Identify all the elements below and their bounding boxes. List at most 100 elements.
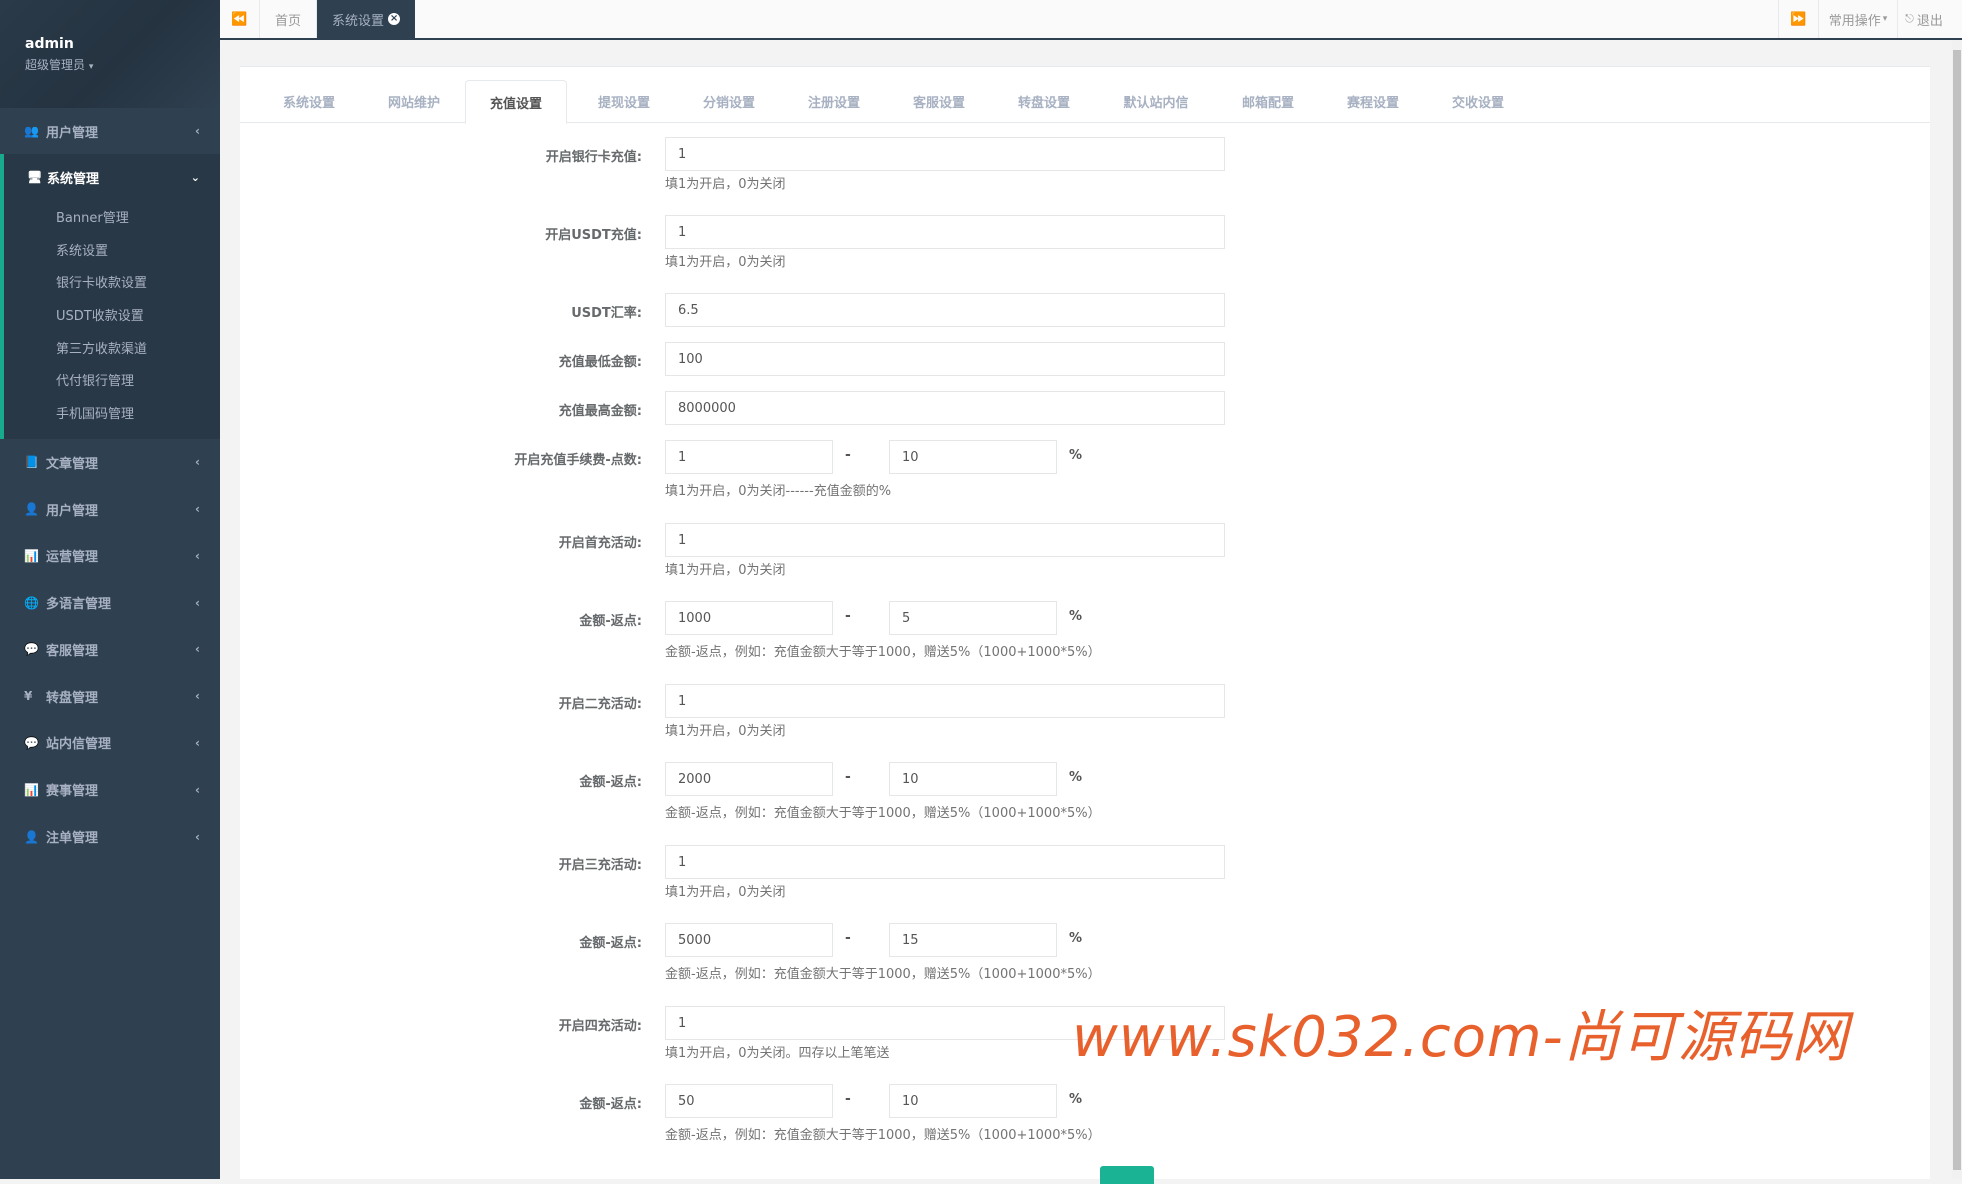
third-rebate-help: 金额-返点，例如：充值金额大于等于1000，赠送5%（1000+1000*5%）: [665, 967, 1101, 982]
fee-input-1[interactable]: 1: [665, 440, 833, 474]
sidebar-sub-third-party[interactable]: 第三方收款渠道: [4, 331, 220, 364]
max-amount-input[interactable]: 8000000: [665, 391, 1225, 425]
usdt-input[interactable]: 1: [665, 215, 1225, 249]
third-rebate-amount-input[interactable]: 5000: [665, 923, 833, 957]
comment-icon: 💬: [24, 642, 39, 657]
tab-system-settings-label: 系统设置: [332, 13, 385, 29]
sidebar-item-label: 运营管理: [46, 550, 99, 566]
sidebar-item-users[interactable]: 👥 用户管理 ‹: [0, 108, 220, 154]
chevron-left-icon: ‹: [195, 689, 200, 704]
scroll-right-button[interactable]: ⏩: [1778, 0, 1818, 38]
third-rebate-percent-input[interactable]: 15: [889, 923, 1057, 957]
label-second-rebate: 金额-返点:: [579, 775, 642, 790]
chevron-left-icon: ‹: [195, 455, 200, 470]
usdt-help: 填1为开启，0为关闭: [665, 255, 786, 270]
sidebar-item-wheel[interactable]: ¥ 转盘管理 ‹: [0, 673, 220, 720]
caret-down-icon: ▾: [1882, 14, 1888, 24]
sidebar-item-messages[interactable]: 💬 站内信管理 ‹: [0, 720, 220, 767]
bank-card-input[interactable]: 1: [665, 137, 1225, 171]
sidebar-sub-banner[interactable]: Banner管理: [4, 200, 220, 233]
first-rebate-percent-input[interactable]: 5: [889, 601, 1057, 635]
fourth-help: 填1为开启，0为关闭。四存以上笔笔送: [665, 1046, 890, 1061]
common-ops-label: 常用操作: [1828, 13, 1881, 29]
fee-help: 填1为开启，0为关闭------充值金额的%: [665, 484, 892, 499]
user-role-dropdown[interactable]: 超级管理员 ▾: [25, 56, 195, 73]
tab-schedule[interactable]: 赛程设置: [1332, 80, 1414, 123]
top-bar: ⏪ 首页 系统设置 × ⏩ 常用操作 ▾ ⎋ 退出: [220, 0, 1962, 40]
tab-home[interactable]: 首页: [260, 0, 317, 38]
chevron-left-icon: ‹: [195, 595, 200, 610]
fourth-rebate-percent-input[interactable]: 10: [889, 1084, 1057, 1118]
save-button[interactable]: [1100, 1166, 1154, 1184]
sidebar-item-customer-service[interactable]: 💬 客服管理 ‹: [0, 626, 220, 673]
tab-withdraw[interactable]: 提现设置: [583, 80, 665, 123]
sidebar-sub-system-settings[interactable]: 系统设置: [4, 233, 220, 266]
sidebar-sub-usdt[interactable]: USDT收款设置: [4, 298, 220, 331]
user-role: 超级管理员: [25, 58, 86, 72]
fee-input-2[interactable]: 10: [889, 440, 1057, 474]
sidebar-item-user-mgmt[interactable]: 👤 用户管理 ‹: [0, 486, 220, 533]
tab-email[interactable]: 邮箱配置: [1227, 80, 1309, 123]
common-ops-dropdown[interactable]: 常用操作 ▾: [1818, 0, 1898, 38]
sidebar-item-articles[interactable]: 📘 文章管理 ‹: [0, 439, 220, 486]
tab-register[interactable]: 注册设置: [793, 80, 875, 123]
sidebar-sub-phone-code[interactable]: 手机国码管理: [4, 396, 220, 429]
sidebar-item-languages[interactable]: 🌐 多语言管理 ‹: [0, 579, 220, 626]
second-input[interactable]: 1: [665, 684, 1225, 718]
first-rebate-percent: %: [1069, 609, 1083, 624]
book-icon: 📘: [24, 455, 39, 470]
settings-tabs: 系统设置 网站维护 充值设置 提现设置 分销设置 注册设置 客服设置 转盘设置 …: [240, 67, 1930, 124]
label-bank-card: 开启银行卡充值:: [545, 150, 642, 165]
sidebar: admin 超级管理员 ▾ 👥 用户管理 ‹ 🖥 系统管理 ⌄ Banner管理…: [0, 0, 220, 1179]
fourth-rebate-separator: -: [845, 1091, 851, 1107]
third-input[interactable]: 1: [665, 845, 1225, 879]
tab-wheel[interactable]: 转盘设置: [1003, 80, 1085, 123]
label-third-rebate: 金额-返点:: [579, 936, 642, 951]
sidebar-item-label: 系统管理: [47, 171, 100, 187]
watermark: www.sk032.com-尚可源码网: [1072, 1005, 1849, 1070]
tab-maintenance[interactable]: 网站维护: [373, 80, 455, 123]
user-icon: 👤: [24, 829, 39, 844]
caret-down-icon: ▾: [88, 62, 94, 72]
label-fee: 开启充值手续费-点数:: [514, 453, 642, 468]
tab-customer-service[interactable]: 客服设置: [898, 80, 980, 123]
fourth-rebate-percent: %: [1069, 1092, 1083, 1107]
globe-icon: 🌐: [24, 595, 39, 610]
sidebar-sub-payout-bank[interactable]: 代付银行管理: [4, 363, 220, 396]
scroll-left-button[interactable]: ⏪: [220, 0, 260, 38]
sidebar-item-label: 转盘管理: [46, 690, 99, 706]
label-first: 开启首充活动:: [558, 536, 642, 551]
third-help: 填1为开启，0为关闭: [665, 885, 786, 900]
second-rebate-percent-input[interactable]: 10: [889, 762, 1057, 796]
tab-default-message[interactable]: 默认站内信: [1108, 80, 1204, 123]
scrollbar[interactable]: [1952, 40, 1962, 1179]
label-usdt-rate: USDT汇率:: [571, 306, 642, 321]
min-amount-input[interactable]: 100: [665, 342, 1225, 376]
sidebar-sub-bank-card[interactable]: 银行卡收款设置: [4, 265, 220, 298]
first-rebate-amount-input[interactable]: 1000: [665, 601, 833, 635]
second-rebate-amount-input[interactable]: 2000: [665, 762, 833, 796]
tab-distribution[interactable]: 分销设置: [688, 80, 770, 123]
first-input[interactable]: 1: [665, 523, 1225, 557]
tab-settlement[interactable]: 交收设置: [1437, 80, 1519, 123]
fourth-rebate-amount-input[interactable]: 50: [665, 1084, 833, 1118]
second-help: 填1为开启，0为关闭: [665, 724, 786, 739]
sidebar-item-operations[interactable]: 📊 运营管理 ‹: [0, 532, 220, 579]
label-min-amount: 充值最低金额:: [558, 355, 642, 370]
sidebar-item-bets[interactable]: 👤 注单管理 ‹: [0, 813, 220, 860]
tab-system[interactable]: 系统设置: [268, 80, 350, 123]
sidebar-item-system-head[interactable]: 🖥 系统管理 ⌄: [4, 154, 220, 200]
tab-recharge[interactable]: 充值设置: [465, 80, 567, 124]
sidebar-item-label: 客服管理: [46, 643, 99, 659]
chevron-left-icon: ‹: [195, 548, 200, 563]
chevron-left-icon: ‹: [195, 502, 200, 516]
forward-icon: ⏩: [1790, 11, 1807, 27]
label-first-rebate: 金额-返点:: [579, 614, 642, 629]
sidebar-item-events[interactable]: 📊 赛事管理 ‹: [0, 766, 220, 813]
sidebar-item-label: 注单管理: [46, 831, 99, 847]
logout-button[interactable]: ⎋ 退出: [1898, 0, 1950, 38]
tab-system-settings[interactable]: 系统设置 ×: [317, 0, 416, 38]
usdt-rate-input[interactable]: 6.5: [665, 293, 1225, 327]
close-icon[interactable]: ×: [388, 13, 401, 25]
scrollbar-thumb[interactable]: [1953, 50, 1961, 1170]
